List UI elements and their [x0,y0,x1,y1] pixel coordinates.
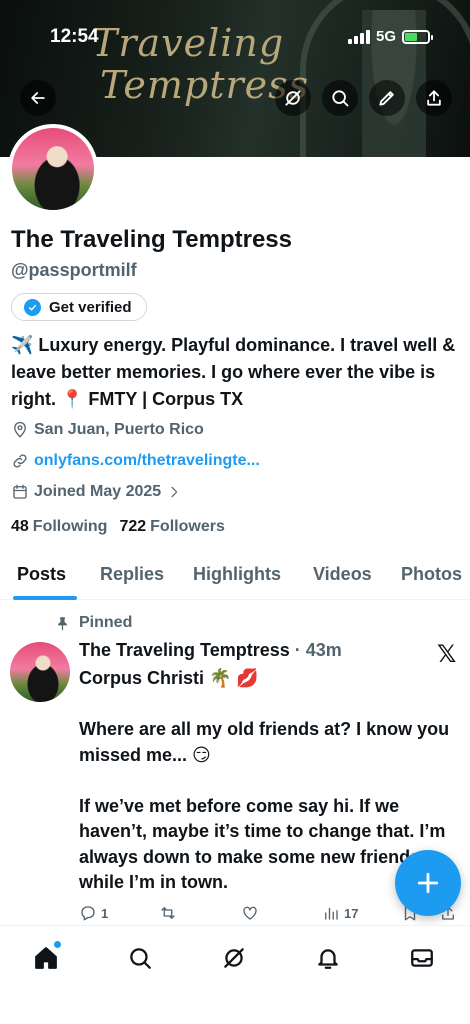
share-icon [427,90,441,106]
profile-website[interactable]: onlyfans.com/thetravelingte... [11,452,260,470]
search-icon [332,90,349,107]
nav-notifications[interactable] [311,941,345,975]
tab-videos[interactable]: Videos [313,564,372,585]
compose-button[interactable] [395,850,461,916]
get-verified-label: Get verified [49,298,132,316]
edit-icon [379,91,394,106]
back-button[interactable] [20,80,56,116]
status-indicators: 5G [347,28,433,45]
post-time[interactable]: 43m [306,640,342,660]
banner-title-line2: Temptress [100,63,310,107]
pin-icon [58,616,67,630]
website-link[interactable]: onlyfans.com/thetravelingte... [34,452,260,470]
home-icon [35,947,57,969]
pinned-indicator: Pinned [55,614,132,632]
grok-button[interactable] [275,80,311,116]
post-header: The Traveling Temptress · 43m [79,640,342,661]
banner-title: Traveling Temptress [92,21,310,107]
tab-highlights[interactable]: Highlights [193,564,281,585]
status-time: 12:54 [50,26,99,47]
nav-grok[interactable] [217,941,251,975]
profile-avatar[interactable] [8,124,98,214]
back-arrow-icon [31,92,45,104]
calendar-icon [13,484,27,499]
active-tab-indicator [13,596,77,600]
checkmark-badge-icon [24,298,41,316]
chevron-right-icon [171,486,178,498]
retweet-button[interactable] [159,904,177,922]
notifications-icon [318,949,338,969]
profile-location: San Juan, Puerto Rico [11,421,204,439]
tab-photos[interactable]: Photos [401,564,462,585]
tab-posts[interactable]: Posts [17,564,66,585]
profile-name: The Traveling Temptress [11,226,292,253]
post-actions: 1 17 [79,904,459,926]
banner-title-line1: Traveling [92,21,285,65]
views-button[interactable]: 17 [322,904,358,922]
plus-icon [417,872,439,894]
post-author-name[interactable]: The Traveling Temptress [79,640,290,660]
home-notification-dot [54,941,61,948]
x-logo-icon[interactable]: 𝕏 [437,640,456,669]
location-text: San Juan, Puerto Rico [34,421,204,438]
views-count: 17 [344,905,359,921]
followers-label: Followers [150,518,225,535]
edit-button[interactable] [369,80,405,116]
retweet-icon [161,907,175,919]
followers-link[interactable]: 722 Followers [119,518,224,536]
get-verified-button[interactable]: Get verified [11,293,147,321]
search-icon [130,948,151,969]
nav-search[interactable] [123,941,157,975]
location-icon [14,421,26,438]
views-icon [325,907,338,920]
nav-messages[interactable] [405,941,439,975]
following-count: 48 [11,518,29,535]
post-author-avatar[interactable] [10,642,70,702]
pinned-label: Pinned [79,614,133,631]
profile-joined[interactable]: Joined May 2025 [11,483,182,501]
profile-tabs: Posts Replies Highlights Videos Photos [0,556,470,600]
link-icon [13,454,27,468]
share-button[interactable] [416,80,452,116]
following-link[interactable]: 48 Following [11,518,107,536]
like-button[interactable] [241,904,259,922]
profile-bio: ✈️ Luxury energy. Playful dominance. I t… [11,335,456,409]
tab-replies[interactable]: Replies [100,564,164,585]
reply-icon [81,906,95,921]
followers-count: 722 [119,518,147,535]
bottom-nav [0,925,470,1024]
post-separator: · [289,640,306,660]
profile-handle: @passportmilf [11,260,137,280]
joined-text: Joined May 2025 [34,483,162,500]
following-label: Following [32,518,108,535]
network-label: 5G [375,28,396,45]
messages-icon [411,949,433,967]
signal-icon [347,29,370,44]
search-button[interactable] [322,80,358,116]
reply-button[interactable]: 1 [79,904,108,922]
grok-icon [285,90,301,106]
follow-stats: 48 Following 722 Followers [11,518,225,536]
grok-icon [224,948,244,968]
battery-icon [402,29,433,44]
nav-home[interactable] [29,941,63,975]
like-icon [243,906,257,920]
reply-count: 1 [101,905,109,921]
